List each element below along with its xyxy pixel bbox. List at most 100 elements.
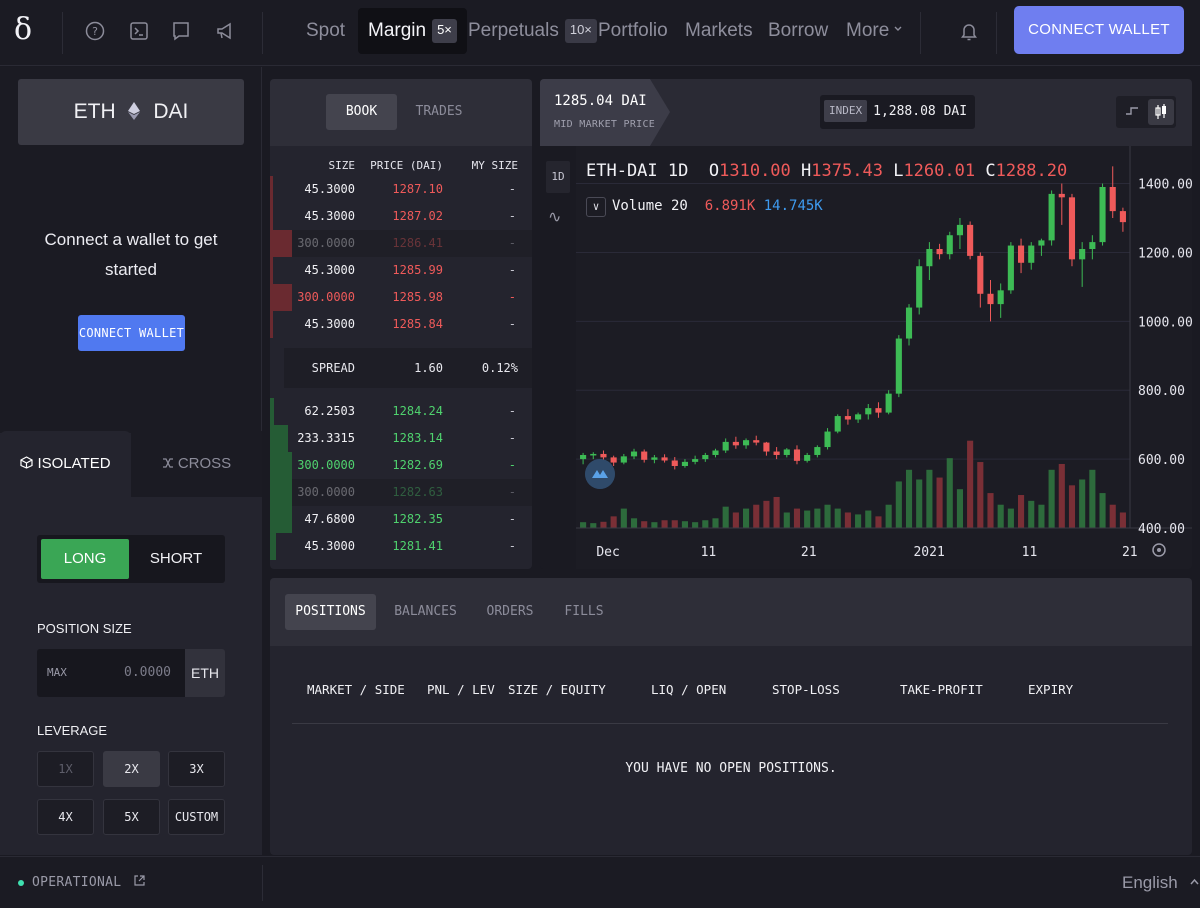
candle bbox=[814, 447, 821, 455]
status-bar: OPERATIONAL English bbox=[0, 856, 1200, 908]
candle bbox=[885, 393, 892, 413]
connect-wallet-button[interactable]: CONNECT WALLET bbox=[78, 315, 185, 351]
language-selector[interactable]: English bbox=[1122, 873, 1200, 893]
divider bbox=[262, 12, 263, 54]
tab-cross[interactable]: CROSS bbox=[131, 431, 262, 497]
leverage-1x-button[interactable]: 1X bbox=[37, 751, 94, 787]
header-my-size: MY SIZE bbox=[471, 159, 518, 172]
leverage-4x-button[interactable]: 4X bbox=[37, 799, 94, 835]
candle bbox=[997, 290, 1004, 305]
terminal-icon[interactable] bbox=[128, 20, 150, 42]
empty-positions-message: YOU HAVE NO OPEN POSITIONS. bbox=[625, 761, 837, 776]
ask-row[interactable]: 45.3000 1285.99- bbox=[270, 257, 532, 284]
long-button[interactable]: LONG bbox=[41, 539, 129, 579]
nav-markets[interactable]: Markets bbox=[675, 8, 763, 54]
leverage-3x-button[interactable]: 3X bbox=[168, 751, 225, 787]
bid-row[interactable]: 47.6800 1282.35- bbox=[270, 506, 532, 533]
volume-bar bbox=[773, 496, 780, 528]
candle bbox=[702, 454, 709, 460]
megaphone-icon[interactable] bbox=[214, 20, 236, 42]
position-size-label: POSITION SIZE bbox=[37, 621, 132, 636]
volume-bar bbox=[967, 440, 974, 528]
nav-spot[interactable]: Spot bbox=[296, 8, 355, 54]
short-button[interactable]: SHORT bbox=[131, 539, 221, 579]
tab-fills[interactable]: FILLS bbox=[556, 594, 612, 630]
settings-gear-icon[interactable] bbox=[1152, 543, 1166, 557]
max-button[interactable]: MAX bbox=[47, 649, 67, 697]
help-icon[interactable]: ? bbox=[84, 20, 106, 42]
chevron-down-icon[interactable]: ∨ bbox=[586, 197, 606, 217]
ask-row[interactable]: 45.3000 1287.02- bbox=[270, 203, 532, 230]
candle bbox=[763, 442, 770, 452]
divider bbox=[62, 12, 63, 54]
volume-bar bbox=[1048, 469, 1055, 528]
leverage-custom-button[interactable]: CUSTOM bbox=[168, 799, 225, 835]
candle bbox=[1038, 240, 1045, 246]
status-link[interactable]: OPERATIONAL bbox=[32, 875, 145, 890]
top-nav-bar: δ ? Spot Margin 5× Perpetuals 10× Portfoli… bbox=[0, 0, 1200, 66]
x-tick-label: 2021 bbox=[913, 545, 944, 560]
candle bbox=[580, 454, 587, 460]
connect-wallet-button[interactable]: CONNECT WALLET bbox=[1014, 6, 1184, 54]
bid-row[interactable]: 233.3315 1283.14- bbox=[270, 425, 532, 452]
timeframe-1d-button[interactable]: 1D bbox=[546, 161, 570, 193]
candle bbox=[692, 459, 699, 462]
candle bbox=[916, 266, 923, 308]
leverage-2x-button[interactable]: 2X bbox=[103, 751, 160, 787]
price-chart-panel: 1285.04 DAI MID MARKET PRICE INDEX 1,288.… bbox=[540, 79, 1192, 569]
bid-row[interactable]: 62.2503 1284.24- bbox=[270, 398, 532, 425]
ethereum-icon bbox=[128, 102, 141, 120]
candle bbox=[1089, 242, 1096, 249]
nav-borrow[interactable]: Borrow bbox=[758, 8, 838, 54]
ask-row[interactable]: 300.0000 1285.98- bbox=[270, 284, 532, 311]
y-axis: 1400.00 1200.00 1000.00 800.00 600.00 400.00 bbox=[1138, 178, 1192, 537]
volume-bar bbox=[885, 504, 892, 528]
candle bbox=[793, 449, 801, 461]
side-toggle: LONG SHORT bbox=[37, 535, 225, 583]
dydx-logo[interactable]: δ bbox=[14, 12, 32, 47]
tab-orders[interactable]: ORDERS bbox=[476, 594, 544, 630]
bid-row[interactable]: 45.3000 1281.41- bbox=[270, 533, 532, 560]
bid-row[interactable]: 300.0000 1282.69- bbox=[270, 452, 532, 479]
candle bbox=[855, 414, 862, 420]
volume-bar bbox=[702, 520, 709, 528]
nav-more[interactable]: More bbox=[836, 8, 913, 54]
tab-book[interactable]: BOOK bbox=[326, 94, 397, 130]
cube-icon bbox=[20, 456, 34, 469]
line-chart-icon[interactable] bbox=[1122, 102, 1142, 122]
status-dot bbox=[18, 880, 24, 886]
ask-row[interactable]: 45.3000 1287.10- bbox=[270, 176, 532, 203]
volume-bar bbox=[641, 521, 648, 528]
ask-row[interactable]: 300.0000 1286.41- bbox=[270, 230, 532, 257]
bid-row[interactable]: 300.0000 1282.63- bbox=[270, 479, 532, 506]
tab-positions[interactable]: POSITIONS bbox=[285, 594, 376, 630]
market-selector[interactable]: ETH DAI bbox=[18, 79, 244, 145]
nav-margin[interactable]: Margin 5× bbox=[358, 8, 467, 54]
candle bbox=[753, 440, 760, 443]
volume-bar bbox=[620, 508, 627, 528]
positions-panel: POSITIONS BALANCES ORDERS FILLS MARKET /… bbox=[270, 578, 1192, 855]
column-take-profit: TAKE-PROFIT bbox=[900, 682, 983, 697]
tab-trades[interactable]: TRADES bbox=[408, 94, 470, 130]
spread-value: 1.60 bbox=[414, 361, 443, 375]
indicator-icon[interactable]: ∿ bbox=[548, 207, 561, 227]
nav-perpetuals[interactable]: Perpetuals 10× bbox=[458, 8, 607, 54]
candle bbox=[956, 224, 963, 236]
tradingview-logo-icon[interactable] bbox=[585, 459, 615, 489]
spread-row: SPREAD 1.60 0.12% bbox=[284, 348, 532, 388]
size-unit: ETH bbox=[185, 649, 225, 697]
candle bbox=[834, 416, 841, 432]
candle bbox=[783, 449, 790, 455]
candle bbox=[804, 454, 811, 461]
volume-bar bbox=[783, 512, 790, 528]
tab-balances[interactable]: BALANCES bbox=[388, 594, 463, 630]
volume-bar bbox=[793, 508, 801, 528]
tab-isolated[interactable]: ISOLATED bbox=[0, 431, 131, 497]
leverage-5x-button[interactable]: 5X bbox=[103, 799, 160, 835]
nav-portfolio[interactable]: Portfolio bbox=[588, 8, 678, 54]
ask-row[interactable]: 45.3000 1285.84- bbox=[270, 311, 532, 338]
candlestick-icon[interactable] bbox=[1151, 102, 1171, 122]
chat-icon[interactable] bbox=[170, 20, 192, 42]
bell-icon[interactable] bbox=[958, 20, 980, 42]
position-size-input[interactable]: MAX 0.0000 bbox=[37, 649, 185, 697]
